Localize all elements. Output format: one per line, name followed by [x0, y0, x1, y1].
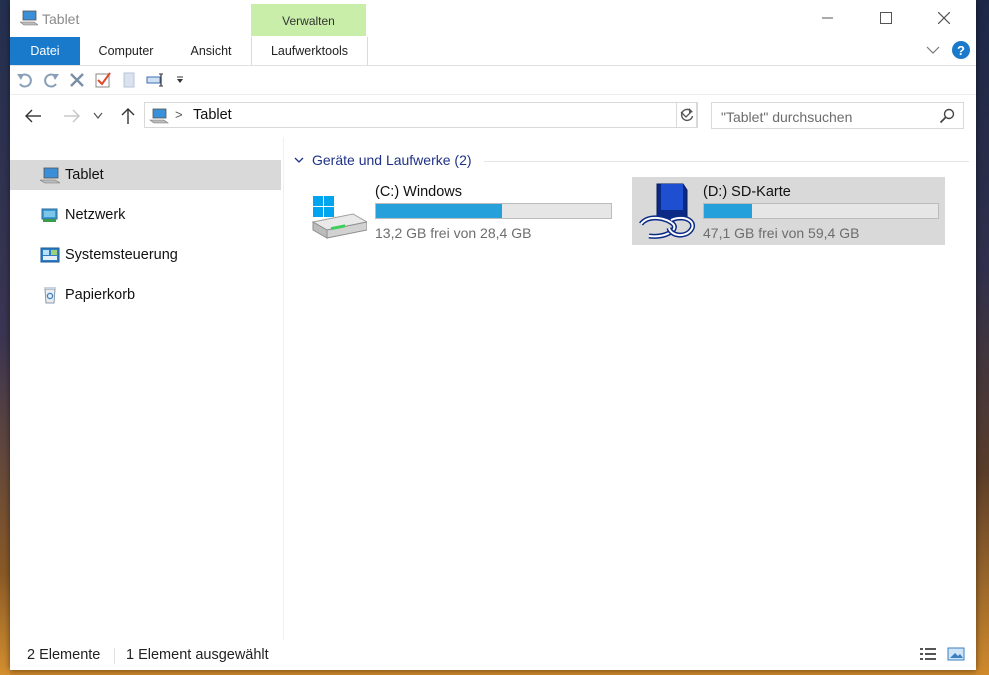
nav-item-tablet[interactable]: Tablet	[10, 160, 281, 190]
search-box[interactable]: "Tablet" durchsuchen	[711, 102, 964, 129]
large-icons-view-icon	[947, 647, 965, 661]
ribbon-tabs: Datei Computer Ansicht Laufwerktools ?	[10, 37, 976, 66]
maximize-button[interactable]	[858, 2, 914, 34]
nav-item-label: Systemsteuerung	[65, 247, 178, 263]
group-header[interactable]: Geräte und Laufwerke (2)	[294, 152, 472, 168]
drive-name: (D:) SD-Karte	[703, 184, 791, 200]
drive-name: (C:) Windows	[375, 184, 463, 200]
refresh-icon	[680, 108, 694, 122]
back-button[interactable]	[21, 105, 45, 127]
tab-computer[interactable]: Computer	[86, 37, 166, 65]
drive-item-c[interactable]: (C:) Windows 13,2 GB frei von 28,4 GB	[306, 177, 626, 245]
recycle-bin-icon	[44, 287, 56, 304]
nav-item-systemsteuerung[interactable]: Systemsteuerung	[10, 240, 281, 270]
item-count: 2 Elemente	[27, 647, 101, 663]
nav-item-label: Netzwerk	[65, 207, 126, 223]
up-button[interactable]	[116, 105, 140, 127]
dropdown-arrow-icon	[177, 76, 183, 83]
rename-button[interactable]	[144, 70, 166, 90]
minimize-icon	[822, 17, 833, 19]
recent-locations-button[interactable]	[90, 105, 106, 127]
chevron-down-icon[interactable]	[926, 45, 940, 55]
breadcrumb-separator: >	[175, 107, 183, 122]
network-icon	[41, 208, 58, 222]
status-divider	[114, 648, 115, 664]
details-view-button[interactable]	[918, 645, 938, 663]
refresh-button[interactable]	[676, 102, 698, 128]
status-bar: 2 Elemente 1 Element ausgewählt	[10, 640, 976, 670]
address-bar[interactable]: > Tablet	[144, 102, 697, 128]
drive-usage-fill	[704, 204, 753, 218]
tab-datei[interactable]: Datei	[10, 37, 80, 65]
maximize-icon	[880, 12, 892, 24]
nav-item-netzwerk[interactable]: Netzwerk	[10, 200, 281, 230]
arrow-left-icon	[25, 109, 41, 123]
drive-free-space: 13,2 GB frei von 28,4 GB	[375, 225, 532, 241]
context-tab-group-label: Verwalten	[251, 4, 366, 36]
redo-icon	[44, 73, 59, 88]
delete-button[interactable]	[66, 70, 88, 90]
close-button[interactable]	[916, 2, 972, 34]
hard-drive-icon	[311, 196, 367, 239]
title-bar[interactable]: Tablet Verwalten	[10, 0, 976, 37]
tab-laufwerktools[interactable]: Laufwerktools	[251, 37, 368, 65]
large-icons-view-button[interactable]	[946, 645, 966, 663]
properties-button[interactable]	[92, 70, 114, 90]
minimize-button[interactable]	[800, 2, 856, 34]
ribbon-help-area: ?	[926, 41, 970, 59]
help-button[interactable]: ?	[952, 41, 970, 59]
navigation-row: > Tablet "Tablet" durchsuchen	[10, 95, 976, 137]
rename-icon	[146, 73, 163, 87]
desktop-background-right	[976, 0, 989, 675]
customize-toolbar-button[interactable]	[172, 70, 188, 90]
drive-item-d[interactable]: (D:) SD-Karte 47,1 GB frei von 59,4 GB	[632, 177, 945, 245]
delete-icon	[70, 73, 84, 87]
drive-usage-fill	[376, 204, 502, 218]
drive-usage-bar	[703, 203, 939, 219]
chevron-down-icon	[294, 157, 304, 163]
page-icon	[123, 72, 135, 88]
group-title: Geräte und Laufwerke (2)	[312, 152, 472, 168]
group-divider	[484, 161, 969, 162]
desktop-background-left	[0, 0, 10, 675]
breadcrumb-tablet[interactable]: Tablet	[193, 107, 232, 123]
undo-icon	[17, 73, 32, 88]
details-view-icon	[920, 648, 936, 660]
sd-card-icon	[639, 183, 695, 239]
nav-item-label: Papierkorb	[65, 287, 136, 303]
selection-count: 1 Element ausgewählt	[126, 647, 269, 663]
computer-icon	[20, 10, 38, 26]
properties-checkbox-icon	[95, 72, 111, 88]
forward-button[interactable]	[60, 105, 84, 127]
content-pane: Geräte und Laufwerke (2) (C:) Windows 13…	[284, 137, 976, 640]
arrow-right-icon	[64, 109, 80, 123]
computer-icon	[40, 167, 60, 184]
explorer-window: Tablet Verwalten Datei Computer Ansicht …	[10, 0, 976, 670]
navigation-pane: Tablet Netzwerk Systemsteuerung Papierko…	[10, 137, 284, 640]
computer-icon	[149, 108, 169, 124]
undo-button[interactable]	[14, 70, 36, 90]
redo-button[interactable]	[40, 70, 62, 90]
search-icon[interactable]	[939, 108, 955, 124]
search-placeholder: "Tablet" durchsuchen	[721, 109, 853, 125]
quick-access-toolbar	[10, 66, 976, 95]
control-panel-icon	[40, 247, 60, 263]
tab-ansicht[interactable]: Ansicht	[177, 37, 245, 65]
close-icon	[938, 12, 950, 24]
nav-item-label: Tablet	[65, 167, 104, 183]
arrow-up-icon	[121, 108, 135, 124]
drive-free-space: 47,1 GB frei von 59,4 GB	[703, 225, 860, 241]
new-folder-button[interactable]	[118, 70, 140, 90]
nav-item-papierkorb[interactable]: Papierkorb	[10, 280, 281, 310]
chevron-down-icon	[93, 112, 103, 119]
drive-usage-bar	[375, 203, 612, 219]
window-title: Tablet	[42, 11, 80, 27]
